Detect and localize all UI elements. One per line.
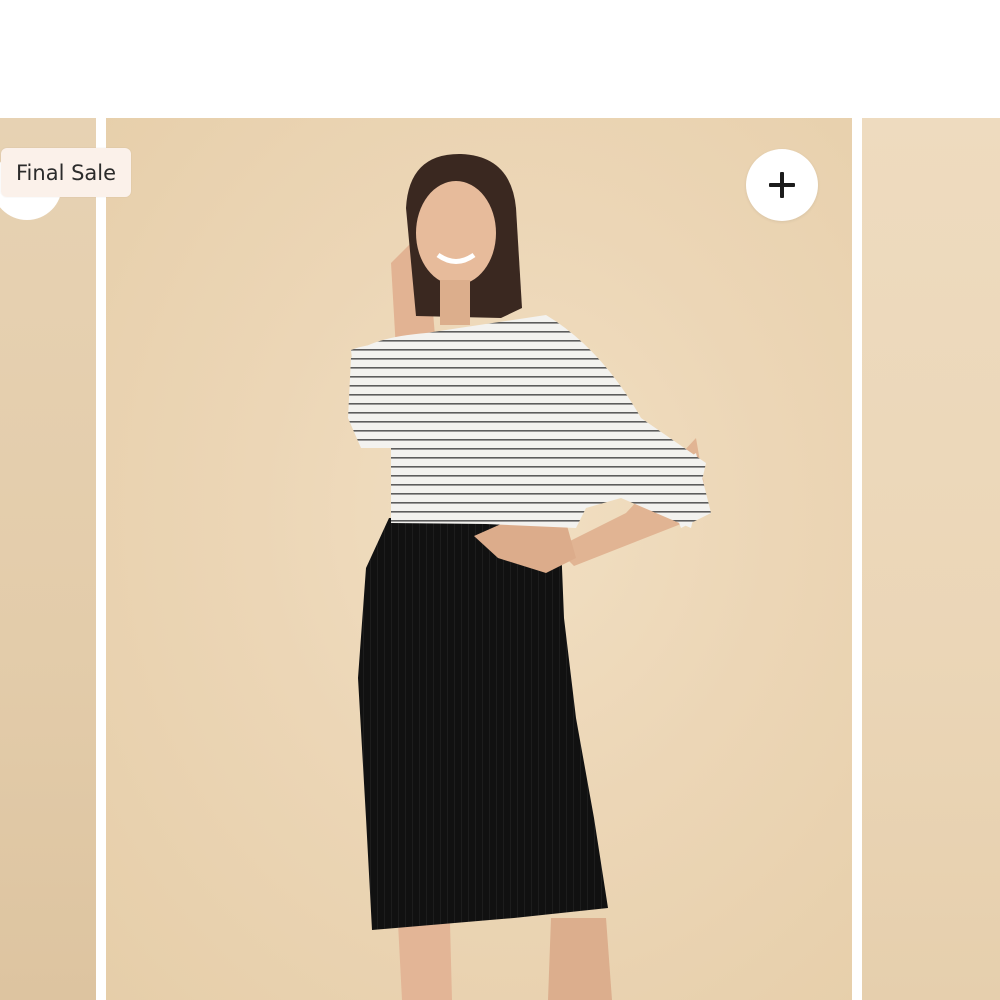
product-image-carousel: + [0,118,1000,1000]
product-card-previous[interactable]: + [0,118,96,1000]
product-card-main[interactable] [106,118,852,1000]
product-card-next[interactable] [862,118,1000,1000]
final-sale-badge: Final Sale [1,148,132,197]
product-grid-page: + [0,0,1000,1000]
product-photo [348,153,711,1000]
plus-icon [769,172,795,198]
add-to-bag-button[interactable] [746,149,818,221]
